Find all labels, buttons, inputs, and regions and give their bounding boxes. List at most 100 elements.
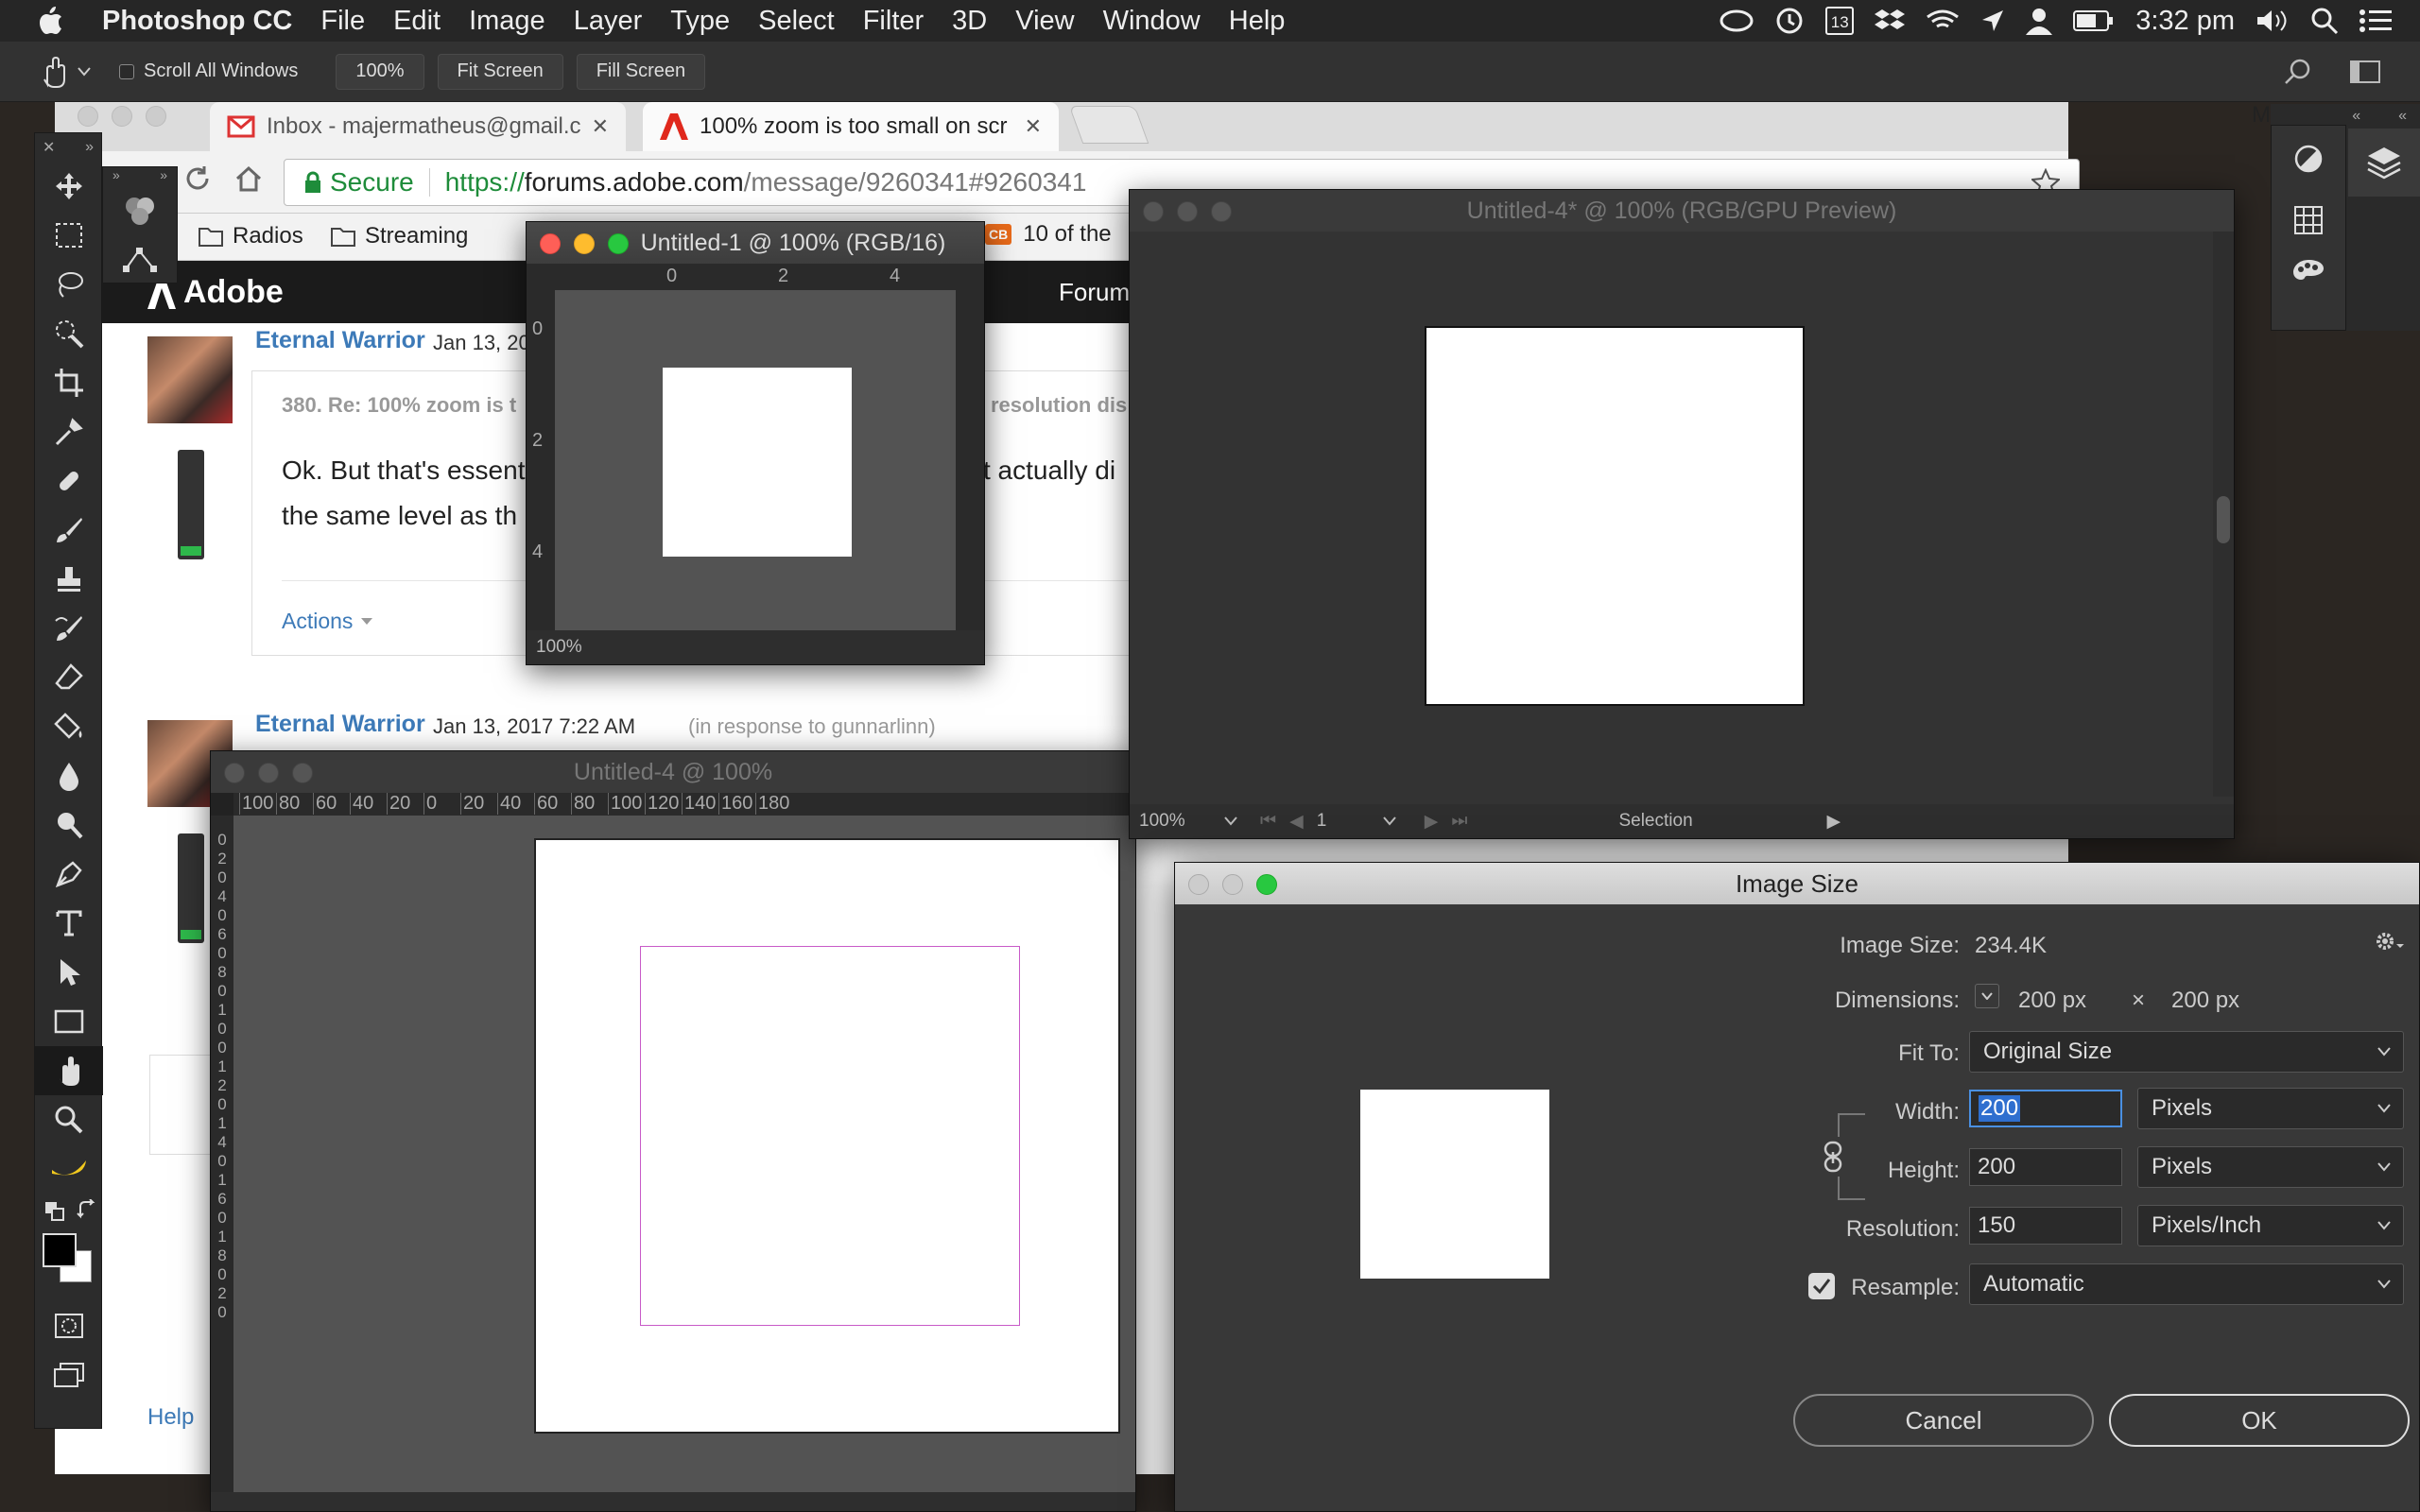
dialog-titlebar[interactable]: Image Size: [1175, 863, 2419, 904]
healing-brush-tool[interactable]: [35, 456, 103, 506]
frame-chevron-icon[interactable]: [1382, 816, 1396, 826]
brush-tool[interactable]: [35, 506, 103, 555]
banana-tool[interactable]: [35, 1144, 103, 1194]
image-preview[interactable]: [1360, 1090, 1549, 1279]
vertical-ruler[interactable]: 02040608010012014016018020: [211, 816, 233, 1511]
dodge-tool[interactable]: [35, 800, 103, 850]
adjustments-panel-button[interactable]: [2272, 126, 2345, 192]
minimize-dot[interactable]: [258, 763, 279, 783]
spotlight-icon[interactable]: [2310, 7, 2339, 35]
zoom-dot[interactable]: [146, 106, 166, 127]
fit-screen-button[interactable]: Fit Screen: [437, 53, 563, 90]
crop-tool[interactable]: [35, 358, 103, 407]
tool-preset-chevron-icon[interactable]: [78, 66, 91, 77]
bookmark-streaming[interactable]: Streaming: [331, 223, 468, 249]
vertical-scrollbar[interactable]: [2213, 232, 2234, 797]
doc-titlebar[interactable]: Untitled-4 @ 100%: [211, 751, 1135, 793]
layers-panel-button[interactable]: [2348, 129, 2420, 197]
actions-menu[interactable]: Actions: [282, 609, 373, 634]
pen-tool[interactable]: [35, 850, 103, 899]
new-tab-button[interactable]: [1068, 106, 1150, 144]
last-frame-icon[interactable]: ⏭: [1451, 811, 1467, 832]
quick-selection-tool[interactable]: [35, 309, 103, 358]
reload-icon[interactable]: [183, 164, 212, 193]
search-icon[interactable]: [2284, 58, 2312, 86]
horizontal-ruler[interactable]: 100 80 60 40 20 0 20 40 60 80 100 120 140 160 180: [233, 793, 1135, 816]
height-input[interactable]: 200: [1969, 1148, 2122, 1186]
screen-mode-button[interactable]: [35, 1350, 103, 1400]
forum-nav-link[interactable]: Forum: [1059, 278, 1130, 307]
wifi-icon[interactable]: [1926, 8, 1960, 34]
fill-screen-button[interactable]: Fill Screen: [576, 53, 706, 90]
doc-window-untitled-4-gpu[interactable]: Untitled-4* @ 100% (RGB/GPU Preview) 100…: [1129, 189, 2235, 839]
zoom-100-button[interactable]: 100%: [336, 53, 424, 90]
browser-tab-forum[interactable]: 100% zoom is too small on scr ✕: [643, 102, 1059, 151]
blur-tool[interactable]: [35, 751, 103, 800]
menubar-clock[interactable]: 3:32 pm: [2135, 6, 2235, 37]
zoom-readout[interactable]: 100%: [1139, 811, 1224, 832]
menu-layer[interactable]: Layer: [574, 6, 643, 37]
calendar-icon[interactable]: 13: [1825, 7, 1855, 35]
quick-mask-button[interactable]: [35, 1301, 103, 1350]
avatar[interactable]: [147, 336, 233, 423]
first-frame-icon[interactable]: ⏮: [1260, 811, 1276, 832]
ruler-origin[interactable]: [211, 793, 233, 816]
hand-tool[interactable]: [35, 1046, 103, 1095]
move-tool[interactable]: [35, 162, 103, 211]
menu-type[interactable]: Type: [670, 6, 730, 37]
close-tab-icon[interactable]: ✕: [1025, 114, 1042, 139]
menu-view[interactable]: View: [1015, 6, 1074, 37]
close-dot[interactable]: [1188, 874, 1209, 895]
swatches-panel-button[interactable]: [2272, 192, 2345, 249]
scrollbar-thumb[interactable]: [2217, 496, 2230, 543]
doc-canvas[interactable]: [1425, 326, 1805, 706]
horizontal-ruler[interactable]: 0 2 4: [555, 264, 956, 290]
bookmark-10-of-the[interactable]: CB 10 of the: [985, 221, 1112, 248]
menu-help[interactable]: Help: [1229, 6, 1286, 37]
resample-checkbox[interactable]: [1808, 1273, 1835, 1299]
marquee-tool[interactable]: [35, 211, 103, 260]
home-icon[interactable]: [234, 164, 263, 193]
help-link[interactable]: Help: [147, 1404, 194, 1431]
creative-cloud-icon[interactable]: [1720, 8, 1754, 34]
height-unit-select[interactable]: Pixels: [2137, 1146, 2404, 1188]
ok-button[interactable]: OK: [2109, 1394, 2410, 1447]
post-author[interactable]: Eternal Warrior: [255, 327, 425, 354]
panel-expand-icon[interactable]: »: [112, 167, 120, 186]
time-machine-icon[interactable]: [1774, 6, 1805, 36]
volume-icon[interactable]: [2256, 8, 2290, 34]
notification-center-icon[interactable]: [2360, 9, 2392, 33]
vertical-ruler[interactable]: 0 2 4: [527, 290, 555, 630]
menu-app-name[interactable]: Photoshop CC: [102, 6, 292, 37]
minimize-dot[interactable]: [1222, 874, 1243, 895]
zoom-dropdown-chevron-icon[interactable]: [1224, 816, 1237, 826]
bookmark-radios[interactable]: Radios: [199, 223, 303, 249]
apple-menu-icon[interactable]: [36, 5, 74, 37]
menu-file[interactable]: File: [320, 6, 365, 37]
hand-tool-preset-icon[interactable]: [38, 56, 70, 88]
channels-tool[interactable]: [103, 186, 177, 235]
doc-canvas[interactable]: [663, 368, 852, 557]
zoom-tool[interactable]: [35, 1095, 103, 1144]
zoom-dot[interactable]: [292, 763, 313, 783]
zoom-dot[interactable]: [608, 233, 629, 254]
panel-collapse-icon[interactable]: »: [160, 167, 167, 186]
menu-filter[interactable]: Filter: [863, 6, 924, 37]
menu-select[interactable]: Select: [758, 6, 835, 37]
battery-icon[interactable]: [2073, 9, 2115, 32]
doc-titlebar[interactable]: Untitled-1 @ 100% (RGB/16): [527, 222, 984, 264]
user-icon[interactable]: [2026, 7, 2053, 35]
cancel-button[interactable]: Cancel: [1793, 1394, 2094, 1447]
resample-select[interactable]: Automatic: [1969, 1263, 2404, 1305]
prev-frame-icon[interactable]: ◀: [1289, 811, 1304, 833]
doc-window-untitled-1[interactable]: Untitled-1 @ 100% (RGB/16) 0 2 4 0 2 4 1…: [526, 221, 985, 665]
location-icon[interactable]: [1980, 9, 2005, 33]
reply-title[interactable]: 380. Re: 100% zoom is t: [282, 393, 516, 418]
frame-number[interactable]: 1: [1317, 811, 1383, 832]
status-mode[interactable]: Selection: [1618, 811, 1826, 832]
lasso-tool[interactable]: [35, 260, 103, 309]
history-brush-tool[interactable]: [35, 604, 103, 653]
in-response-link[interactable]: (in response to gunnarlinn): [688, 714, 936, 739]
close-dot[interactable]: [540, 233, 561, 254]
resolution-input[interactable]: 150: [1969, 1207, 2122, 1245]
